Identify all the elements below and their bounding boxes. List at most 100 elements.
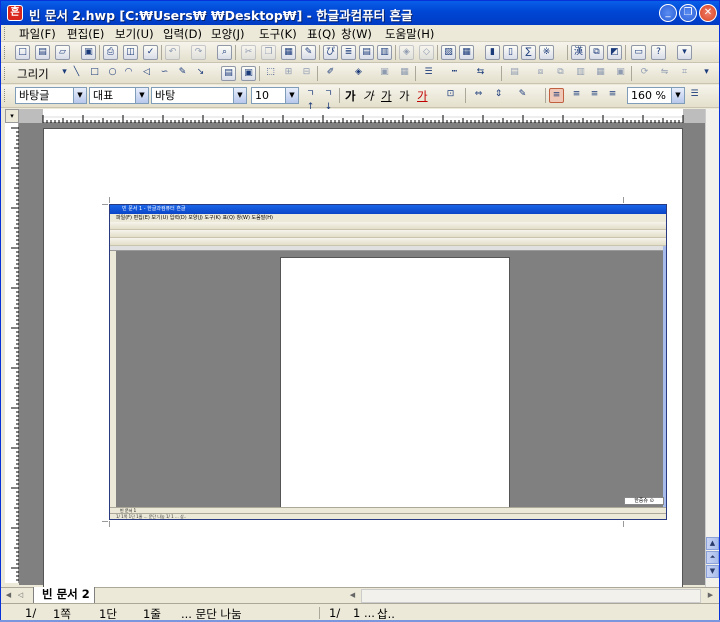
chevron-down-icon[interactable]: ▼ <box>135 88 148 103</box>
font-select[interactable]: 바탕 ▼ <box>151 87 247 104</box>
hwp-app-icon[interactable]: 흔 <box>7 5 23 21</box>
find-icon[interactable]: ⌕ <box>217 45 232 60</box>
horizontal-scrollbar[interactable] <box>361 589 701 603</box>
line-spacing-icon[interactable]: ☰ <box>687 88 702 103</box>
title-bar[interactable]: 흔 빈 문서 2.hwp [C:₩Users₩ ₩Desktop₩] - 한글과… <box>1 1 719 25</box>
line-color-icon[interactable]: ✐ <box>323 66 338 81</box>
help-icon[interactable]: ? <box>651 45 666 60</box>
lock-icon[interactable]: ▣ <box>613 66 628 81</box>
select-object-icon[interactable]: ⬚ <box>263 66 278 81</box>
save-icon[interactable]: ▣ <box>81 45 96 60</box>
scroll-down-button[interactable]: ▼ <box>706 565 719 578</box>
zoom-select[interactable]: 160 % ▼ <box>627 87 685 104</box>
char-spacing-icon[interactable]: ⇔ <box>471 88 486 103</box>
size-icon[interactable]: ▦ <box>593 66 608 81</box>
order-icon[interactable]: ⧉ <box>553 66 568 81</box>
highlight-icon[interactable]: ✎ <box>515 88 530 103</box>
redo-icon[interactable]: ↷ <box>191 45 206 60</box>
para-shape-icon[interactable]: ≣ <box>341 45 356 60</box>
chevron-down-icon[interactable]: ▼ <box>73 88 86 103</box>
hanja-icon[interactable]: 漢 <box>571 45 586 60</box>
close-button[interactable]: ✕ <box>699 4 717 22</box>
menu-edit[interactable]: 편집(E) <box>67 26 104 42</box>
textbox-icon[interactable]: ▤ <box>221 66 236 81</box>
flip-icon[interactable]: ⇋ <box>657 66 672 81</box>
undo-icon[interactable]: ↶ <box>165 45 180 60</box>
restore-button[interactable]: ❐ <box>679 4 697 22</box>
language-select[interactable]: 대표 ▼ <box>89 87 149 104</box>
object-icon[interactable]: ◩ <box>607 45 622 60</box>
ellipse-icon[interactable]: ○ <box>105 66 120 81</box>
minimize-button[interactable]: _ <box>659 4 677 22</box>
pen-icon[interactable]: ✎ <box>175 66 190 81</box>
format-paint-icon[interactable]: ✎ <box>301 45 316 60</box>
curve-icon[interactable]: ∽ <box>157 66 172 81</box>
scroll-up-button[interactable]: ▲ <box>706 537 719 550</box>
picture-icon[interactable]: ▣ <box>241 66 256 81</box>
document-workspace[interactable]: 빈 문서 1 - 한글과컴퓨터 흔글 파일(F) 편집(E) 보기(U) 입력(… <box>19 123 705 588</box>
horizontal-ruler[interactable] <box>19 109 719 123</box>
scroll-right-icon[interactable]: ▶ <box>705 590 716 601</box>
outline-button[interactable]: 가 <box>399 88 410 104</box>
char-shape-icon[interactable]: ぴ <box>323 45 338 60</box>
chevron-down-icon[interactable]: ▼ <box>285 88 298 103</box>
chevron-down-icon[interactable]: ▼ <box>233 88 246 103</box>
char-width-icon[interactable]: ⇕ <box>491 88 506 103</box>
connector-icon[interactable]: ↘ <box>193 66 208 81</box>
comment-icon[interactable]: ◈ <box>399 45 414 60</box>
italic-button[interactable]: 가 <box>363 88 374 104</box>
arrow-style-icon[interactable]: ⇆ <box>473 66 488 81</box>
toolbar-grip[interactable] <box>4 46 7 59</box>
tab-document-2[interactable]: 빈 문서 2 <box>33 587 95 604</box>
distribute-icon[interactable]: ▥ <box>573 66 588 81</box>
menu-insert[interactable]: 입력(D) <box>163 26 202 42</box>
rectangle-icon[interactable]: □ <box>87 66 102 81</box>
style-icon[interactable]: ▤ <box>359 45 374 60</box>
new-document-icon[interactable]: □ <box>15 45 30 60</box>
vertical-scrollbar[interactable]: ▲ ⏶ ▼ <box>705 109 719 587</box>
menu-window[interactable]: 창(W) <box>341 26 372 42</box>
menu-file[interactable]: 파일(F) <box>19 26 56 42</box>
align-object-icon[interactable]: ⧈ <box>533 66 548 81</box>
ruler-toggle[interactable]: ▾ <box>5 109 19 123</box>
scroll-left-icon[interactable]: ◀ <box>347 590 358 601</box>
menu-view[interactable]: 보기(U) <box>115 26 154 42</box>
align-left-icon[interactable]: ≡ <box>569 88 584 103</box>
toolbar-options-icon[interactable]: ▾ <box>677 45 692 60</box>
menu-format[interactable]: 모양(J) <box>211 26 245 42</box>
embedded-screenshot[interactable]: 빈 문서 1 - 한글과컴퓨터 흔글 파일(F) 편집(E) 보기(U) 입력(… <box>109 204 667 520</box>
presentation-icon[interactable]: ▭ <box>631 45 646 60</box>
bold-button[interactable]: 가 <box>345 88 356 104</box>
vertical-ruler[interactable] <box>5 123 19 583</box>
chevron-down-icon[interactable]: ▼ <box>671 88 684 103</box>
insert-table-icon[interactable]: ▦ <box>459 45 474 60</box>
open-folder-icon[interactable]: ▱ <box>55 45 70 60</box>
menu-tools[interactable]: 도구(K) <box>259 26 297 42</box>
crop-icon[interactable]: ⌗ <box>677 66 692 81</box>
toolbar-grip[interactable] <box>4 67 7 80</box>
check-icon[interactable]: ✓ <box>143 45 158 60</box>
document-page[interactable]: 빈 문서 1 - 한글과컴퓨터 흔글 파일(F) 편집(E) 보기(U) 입력(… <box>43 128 683 588</box>
cut-icon[interactable]: ✂ <box>241 45 256 60</box>
rotate-icon[interactable]: ⟳ <box>637 66 652 81</box>
align-center-icon[interactable]: ≡ <box>587 88 602 103</box>
line-style-icon[interactable]: ☰ <box>421 66 436 81</box>
menubar-grip[interactable] <box>4 27 7 40</box>
bar-chart-icon[interactable]: ▯ <box>503 45 518 60</box>
chart-icon[interactable]: ▮ <box>485 45 500 60</box>
insert-picture-icon[interactable]: ▨ <box>441 45 456 60</box>
page-up-icon[interactable]: ⏶ <box>706 551 719 564</box>
line-dash-icon[interactable]: ┅ <box>447 66 462 81</box>
prev-tab-icon[interactable]: ◁ <box>15 590 26 601</box>
fill-color-icon[interactable]: ◈ <box>351 66 366 81</box>
arc-icon[interactable]: ◠ <box>121 66 136 81</box>
style-select[interactable]: 바탕글 ▼ <box>15 87 87 104</box>
multi-column-icon[interactable]: ▥ <box>377 45 392 60</box>
menu-table[interactable]: 표(Q) <box>307 26 336 42</box>
font-color-button[interactable]: 가 <box>417 88 428 104</box>
wrap-icon[interactable]: ▤ <box>507 66 522 81</box>
symbol-icon[interactable]: ※ <box>539 45 554 60</box>
print-icon[interactable]: ⎙ <box>103 45 118 60</box>
print-preview-icon[interactable]: ◫ <box>123 45 138 60</box>
menu-help[interactable]: 도움말(H) <box>385 26 434 42</box>
